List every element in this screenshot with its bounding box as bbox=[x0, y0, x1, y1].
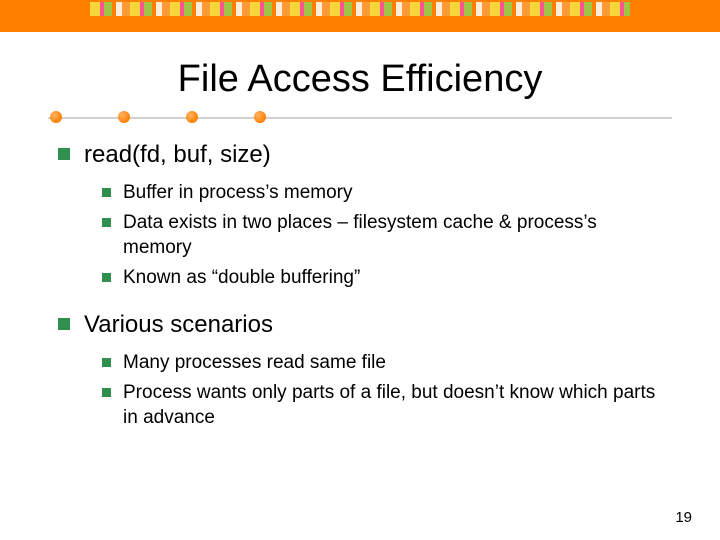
page-number: 19 bbox=[675, 509, 692, 526]
bullet-level1: Various scenarios bbox=[84, 309, 273, 340]
content-area: read(fd, buf, size) Buffer in process’s … bbox=[58, 139, 662, 431]
bullet-icon bbox=[102, 358, 111, 367]
bullet-icon bbox=[58, 148, 70, 160]
bullet-icon bbox=[102, 188, 111, 197]
divider bbox=[48, 107, 672, 127]
bullet-level2: Process wants only parts of a file, but … bbox=[123, 380, 662, 431]
bullet-level2: Known as “double buffering” bbox=[123, 265, 360, 291]
decorative-pattern bbox=[90, 2, 630, 16]
bullet-icon bbox=[58, 318, 70, 330]
decorative-top-bar bbox=[0, 0, 720, 32]
bullet-level2: Buffer in process’s memory bbox=[123, 180, 353, 206]
bullet-icon bbox=[102, 273, 111, 282]
bullet-icon bbox=[102, 388, 111, 397]
slide-title: File Access Efficiency bbox=[0, 58, 720, 101]
bullet-icon bbox=[102, 218, 111, 227]
bullet-level2: Data exists in two places – filesystem c… bbox=[123, 210, 662, 261]
bullet-level1: read(fd, buf, size) bbox=[84, 139, 271, 170]
bullet-level2: Many processes read same file bbox=[123, 350, 386, 376]
